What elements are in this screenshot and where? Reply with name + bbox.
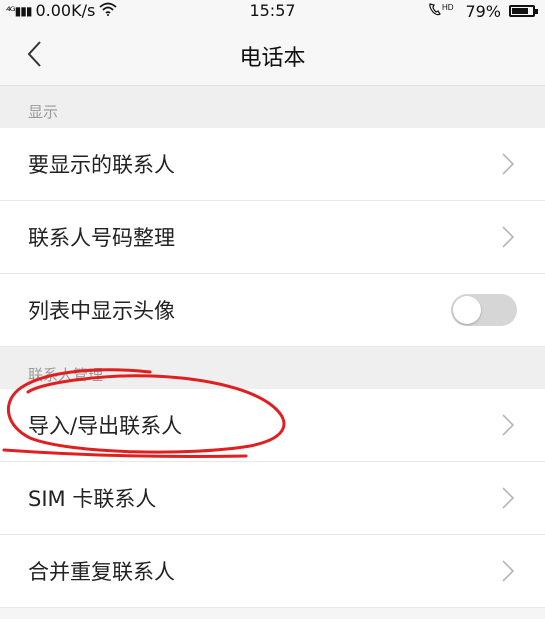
row-merge-duplicates[interactable]: 合并重复联系人 <box>0 535 545 608</box>
section-header-display: 显示 <box>0 86 545 128</box>
row-organize-numbers[interactable]: 联系人号码整理 <box>0 201 545 274</box>
row-sim-contacts[interactable]: SIM 卡联系人 <box>0 462 545 535</box>
row-contacts-to-display[interactable]: 要显示的联系人 <box>0 128 545 201</box>
chevron-right-icon <box>502 560 515 582</box>
chevron-right-icon <box>502 226 515 248</box>
chevron-right-icon <box>502 414 515 436</box>
chevron-right-icon <box>502 487 515 509</box>
battery-percent: 79% <box>465 1 501 21</box>
row-label: 列表中显示头像 <box>28 299 175 323</box>
row-show-avatar: 列表中显示头像 <box>0 274 545 347</box>
chevron-right-icon <box>502 153 515 175</box>
row-label: 导入/导出联系人 <box>28 414 183 438</box>
row-label: SIM 卡联系人 <box>28 487 157 511</box>
hd-label: HD <box>442 3 454 12</box>
hd-call-icon: HD <box>427 1 457 21</box>
battery-icon <box>509 5 538 17</box>
page-title: 电话本 <box>239 46 306 71</box>
row-label: 要显示的联系人 <box>28 153 175 177</box>
show-avatar-toggle[interactable] <box>451 294 517 326</box>
status-right: HD 79% <box>427 1 538 21</box>
battery-fill <box>512 8 528 14</box>
nav-bar: 电话本 <box>0 22 545 86</box>
status-bar: ⁴ᴳ▮▮▮ 0.00K/s 15:57 HD 79% <box>0 0 545 22</box>
toggle-knob <box>453 296 481 324</box>
row-label: 联系人号码整理 <box>28 226 175 250</box>
section-header-contact-management: 联系人管理 <box>0 347 545 389</box>
row-label: 合并重复联系人 <box>28 560 175 584</box>
row-import-export[interactable]: 导入/导出联系人 <box>0 389 545 462</box>
